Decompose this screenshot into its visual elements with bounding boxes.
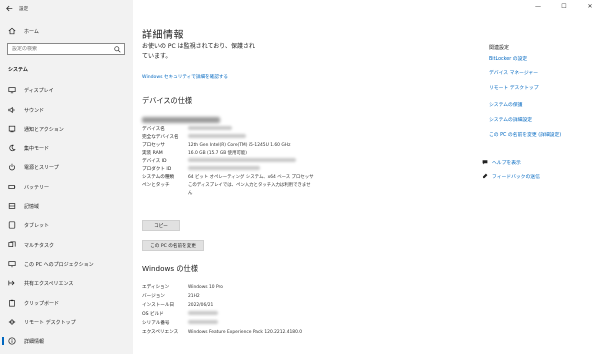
spec-row: OS ビルド	[142, 310, 218, 318]
status-line: お使いの PC は監視されており、保護され	[142, 43, 256, 50]
system-protection-link[interactable]: システムの保護	[489, 101, 522, 108]
remote-desktop-icon	[8, 318, 16, 326]
device-name-header	[142, 116, 220, 124]
sidebar-item-label: 共有エクスペリエンス	[24, 280, 74, 287]
sidebar-item-battery[interactable]: バッテリー	[0, 180, 133, 194]
sound-icon	[8, 106, 16, 114]
spec-row: ペンとタッチ このディスプレイでは、ペン入力とタッチ入力は利用できませ	[142, 183, 311, 188]
sidebar-item-label: 通知とアクション	[24, 126, 64, 133]
sidebar-item-label: リモート デスクトップ	[24, 319, 76, 326]
protection-status: お使いの PC は監視されており、保護され ています。	[142, 42, 292, 62]
sidebar-item-tablet[interactable]: タブレット	[0, 218, 133, 232]
sidebar-item-display[interactable]: ディスプレイ	[0, 83, 133, 97]
redacted-device-name	[142, 117, 220, 123]
home-icon	[8, 27, 16, 35]
spec-row: シリアル番号	[142, 319, 218, 327]
sidebar-item-about[interactable]: 詳細情報	[0, 334, 133, 348]
display-icon	[8, 86, 16, 94]
sidebar-item-label: マルチタスク	[24, 242, 55, 249]
feedback-row[interactable]: フィードバックの送信	[482, 172, 540, 180]
battery-icon	[8, 183, 16, 191]
related-settings-heading: 関連設定	[489, 45, 510, 51]
sidebar-item-sound[interactable]: サウンド	[0, 103, 133, 117]
spec-row: デバイス ID	[142, 157, 296, 165]
minimize-button[interactable]: —	[534, 3, 542, 10]
security-details-link[interactable]: Windows セキュリティで詳細を確認する	[142, 74, 228, 80]
section-label: システム	[8, 67, 28, 73]
spec-row: プロダクト ID	[142, 165, 260, 173]
search-input[interactable]	[12, 46, 112, 52]
close-button[interactable]: ✕	[586, 3, 594, 10]
get-help-link[interactable]: ヘルプを表示	[492, 159, 521, 166]
copy-button[interactable]: コピー	[142, 220, 180, 231]
spec-row: システムの種類 64 ビット オペレーティング システム、x64 ベース プロセ…	[142, 175, 314, 180]
sidebar-item-label: バッテリー	[24, 184, 50, 191]
back-arrow-icon[interactable]	[5, 5, 13, 13]
remote-desktop-link[interactable]: リモート デスクトップ	[489, 84, 539, 91]
spec-row: エクスペリエンス Windows Feature Experience Pack…	[142, 329, 303, 336]
sidebar-item-label: 集中モード	[24, 145, 50, 152]
sidebar: 設定 ホーム システム ディスプレイ サウンド 通知とアクション 集中モード 電…	[0, 0, 133, 354]
projection-icon	[8, 260, 16, 268]
spec-row: 完全なデバイス名	[142, 133, 246, 141]
info-icon	[8, 337, 16, 345]
storage-icon	[8, 202, 16, 210]
sidebar-item-multitasking[interactable]: マルチタスク	[0, 238, 133, 252]
feedback-icon	[482, 173, 488, 179]
sidebar-item-label: タブレット	[24, 222, 50, 229]
windows-spec-heading: Windows の仕様	[142, 264, 198, 273]
sidebar-item-clipboard[interactable]: クリップボード	[0, 296, 133, 310]
help-chat-icon	[482, 159, 488, 165]
maximize-button[interactable]: ☐	[560, 3, 568, 10]
page-title: 詳細情報	[142, 30, 184, 41]
search-box[interactable]	[7, 43, 125, 55]
spec-row: エディション Windows 10 Pro	[142, 284, 223, 291]
sidebar-item-label: この PC へのプロジェクション	[24, 261, 94, 268]
titlebar-left: 設定	[5, 4, 28, 13]
search-icon[interactable]	[114, 46, 121, 53]
sidebar-item-remote-desktop[interactable]: リモート デスクトップ	[0, 315, 133, 329]
sidebar-item-home[interactable]: ホーム	[0, 24, 133, 38]
sidebar-item-label: ホーム	[24, 28, 39, 35]
spec-row: ん	[188, 191, 193, 196]
get-help-row[interactable]: ヘルプを表示	[482, 158, 521, 166]
spec-row: インストール日 2022/06/21	[142, 302, 214, 309]
bitlocker-link[interactable]: BitLocker の設定	[489, 55, 527, 62]
rename-pc-button[interactable]: この PC の名前を変更	[142, 240, 204, 251]
device-spec-heading: デバイスの仕様	[142, 96, 193, 105]
focus-moon-icon	[8, 144, 16, 152]
app-title: 設定	[19, 6, 29, 12]
spec-row: 実装 RAM 16.0 GB (15.7 GB 使用可能)	[142, 151, 247, 156]
sidebar-item-label: 記憶域	[24, 203, 40, 210]
multitask-icon	[8, 241, 16, 249]
sidebar-item-shared[interactable]: 共有エクスペリエンス	[0, 276, 133, 290]
tablet-icon	[8, 221, 16, 229]
feedback-link[interactable]: フィードバックの送信	[492, 173, 540, 180]
spec-row: プロセッサ 12th Gen Intel(R) Core(TM) i5-1245…	[142, 142, 291, 149]
active-indicator	[2, 337, 4, 345]
sidebar-item-label: クリップボード	[24, 300, 60, 307]
status-line: ています。	[142, 53, 172, 60]
sidebar-item-power[interactable]: 電源とスリープ	[0, 160, 133, 174]
notification-icon	[8, 125, 16, 133]
clipboard-icon	[8, 299, 16, 307]
sidebar-item-label: 電源とスリープ	[24, 164, 59, 171]
window-controls: — ☐ ✕	[534, 3, 594, 10]
shared-icon	[8, 279, 16, 287]
sidebar-item-label: ディスプレイ	[24, 87, 54, 94]
spec-row: デバイス名	[142, 125, 232, 133]
sidebar-item-focus[interactable]: 集中モード	[0, 141, 133, 155]
sidebar-item-storage[interactable]: 記憶域	[0, 199, 133, 213]
sidebar-item-notifications[interactable]: 通知とアクション	[0, 122, 133, 136]
main-content: — ☐ ✕ 詳細情報 お使いの PC は監視されており、保護され ています。 W…	[133, 0, 600, 354]
power-icon	[8, 163, 16, 171]
rename-pc-advanced-link[interactable]: この PC の名前を変更 (詳細設定)	[489, 131, 561, 138]
advanced-system-settings-link[interactable]: システムの詳細設定	[489, 116, 532, 123]
sidebar-item-projection[interactable]: この PC へのプロジェクション	[0, 257, 133, 271]
sidebar-item-label: サウンド	[24, 107, 45, 114]
device-manager-link[interactable]: デバイス マネージャー	[489, 69, 538, 76]
spec-row: バージョン 21H2	[142, 293, 200, 300]
sidebar-item-label: 詳細情報	[24, 338, 45, 345]
